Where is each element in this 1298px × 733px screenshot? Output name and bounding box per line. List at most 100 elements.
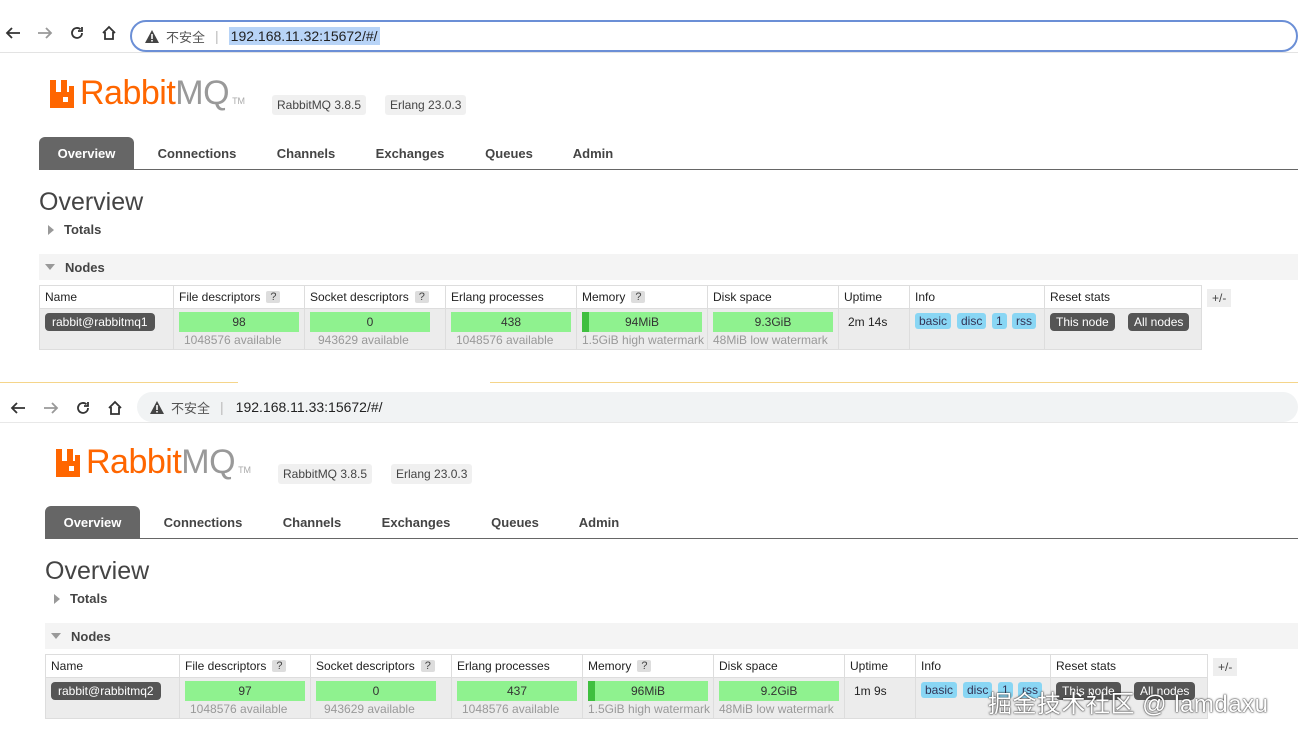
home-icon[interactable] [102,393,128,423]
col-socket-descriptors: Socket descriptors? [310,654,452,678]
col-socket-descriptors: Socket descriptors? [304,285,446,309]
caret-down-icon [51,633,61,639]
divider: | [215,28,219,44]
logo-mq: MQ [181,443,236,481]
col-memory: Memory? [582,654,714,678]
tab-admin[interactable]: Admin [567,506,631,538]
info-tag-rss: rss [1012,313,1036,329]
sd-available: 943629 available [318,333,409,347]
forward-arrow-icon[interactable] [38,393,64,423]
col-info: Info [915,654,1051,678]
insecure-label: 不安全 [166,29,206,45]
memory-bar-fill [588,681,596,701]
fd-value: 97 [238,684,252,698]
col-reset-stats: Reset stats [1050,654,1208,678]
ep-value: 438 [500,315,522,329]
help-icon[interactable]: ? [272,660,287,672]
sd-bar: 0 [316,681,436,701]
back-arrow-icon[interactable] [0,18,26,48]
address-bar[interactable]: 不安全 | 192.168.11.33:15672/#/ [137,392,1298,422]
caret-down-icon [45,264,55,270]
help-icon[interactable]: ? [631,291,646,303]
col-erlang-processes: Erlang processes [451,654,583,678]
toggle-columns-button[interactable]: +/- [1213,658,1238,676]
rabbitmq-logo: RabbitMQ TM [50,76,246,110]
totals-toggle[interactable]: Totals [48,222,101,237]
tab-connections[interactable]: Connections [152,506,254,538]
help-icon[interactable]: ? [266,291,281,303]
memory-watermark: 1.5GiB high watermark [588,702,711,716]
caret-right-icon [54,593,60,604]
reset-this-node-button[interactable]: This node [1050,313,1115,331]
totals-toggle[interactable]: Totals [54,591,107,606]
reload-icon[interactable] [64,18,90,48]
fd-value: 98 [232,315,246,329]
info-tag-disc: disc [957,313,987,329]
trademark: TM [232,96,246,106]
address-bar[interactable]: 不安全 | 192.168.11.32:15672/#/ [130,20,1298,52]
col-info: Info [909,285,1045,309]
warning-icon [144,28,160,44]
disk-bar: 9.3GiB [713,312,833,332]
tab-queues[interactable]: Queues [473,137,545,169]
col-sd-label: Socket descriptors [310,290,409,304]
fd-available: 1048576 available [190,702,288,716]
uptime-value: 2m 14s [848,315,888,329]
reset-all-nodes-button[interactable]: All nodes [1128,313,1190,331]
fd-bar: 97 [185,681,305,701]
url-text[interactable]: 192.168.11.33:15672/#/ [234,398,385,416]
nodes-label: Nodes [65,259,105,275]
col-fd-label: File descriptors [185,659,267,673]
back-arrow-icon[interactable] [5,393,31,423]
rabbitmq-logo-icon [56,449,80,477]
browser-toolbar: 不安全 | 192.168.11.32:15672/#/ [0,10,1298,53]
node-name-link[interactable]: rabbit@rabbitmq1 [45,313,155,331]
col-erlang-processes: Erlang processes [445,285,577,309]
uptime-value: 1m 9s [854,684,887,698]
rabbitmq-logo: RabbitMQ TM [56,445,251,479]
memory-bar: 96MiB [588,681,708,701]
nodes-toggle[interactable]: Nodes [39,254,1298,280]
col-uptime: Uptime [838,285,910,309]
toggle-columns-button[interactable]: +/- [1207,289,1232,307]
disk-bar: 9.2GiB [719,681,839,701]
fd-available: 1048576 available [184,333,282,347]
tab-overview[interactable]: Overview [45,506,140,538]
ep-available: 1048576 available [456,333,554,347]
nodes-toggle[interactable]: Nodes [45,623,1298,649]
node-name-link[interactable]: rabbit@rabbitmq2 [51,682,161,700]
memory-watermark: 1.5GiB high watermark [582,333,705,347]
browser-window-1: 不安全 | 192.168.11.32:15672/#/ RabbitMQ TM… [0,0,1298,380]
tab-exchanges[interactable]: Exchanges [371,506,461,538]
col-name: Name [45,654,180,678]
url-text[interactable]: 192.168.11.32:15672/#/ [228,27,380,45]
sd-value: 0 [366,315,374,329]
home-icon[interactable] [96,18,122,48]
fd-bar: 98 [179,312,299,332]
forward-arrow-icon[interactable] [32,18,58,48]
col-mem-label: Memory [588,659,632,673]
tab-exchanges[interactable]: Exchanges [365,137,455,169]
tab-admin[interactable]: Admin [561,137,625,169]
tab-connections[interactable]: Connections [146,137,248,169]
rabbitmq-version: RabbitMQ 3.8.5 [272,95,367,115]
memory-value: 94MiB [624,315,659,329]
browser-window-2: 不安全 | 192.168.11.33:15672/#/ RabbitMQ TM… [0,380,1298,733]
col-fd-label: File descriptors [179,290,261,304]
tab-channels[interactable]: Channels [265,137,347,169]
memory-bar-fill [582,312,590,332]
tab-overview[interactable]: Overview [39,137,134,169]
page-title: Overview [39,188,144,216]
tab-channels[interactable]: Channels [271,506,353,538]
browser-toolbar: 不安全 | 192.168.11.33:15672/#/ [0,386,1298,423]
help-icon[interactable]: ? [420,660,435,672]
rabbitmq-version: RabbitMQ 3.8.5 [278,464,373,484]
totals-label: Totals [64,222,102,237]
tab-queues[interactable]: Queues [479,506,551,538]
help-icon[interactable]: ? [414,291,429,303]
reload-icon[interactable] [70,393,96,423]
sd-value: 0 [372,684,380,698]
page-title: Overview [45,557,150,585]
col-mem-label: Memory [582,290,626,304]
help-icon[interactable]: ? [637,660,652,672]
